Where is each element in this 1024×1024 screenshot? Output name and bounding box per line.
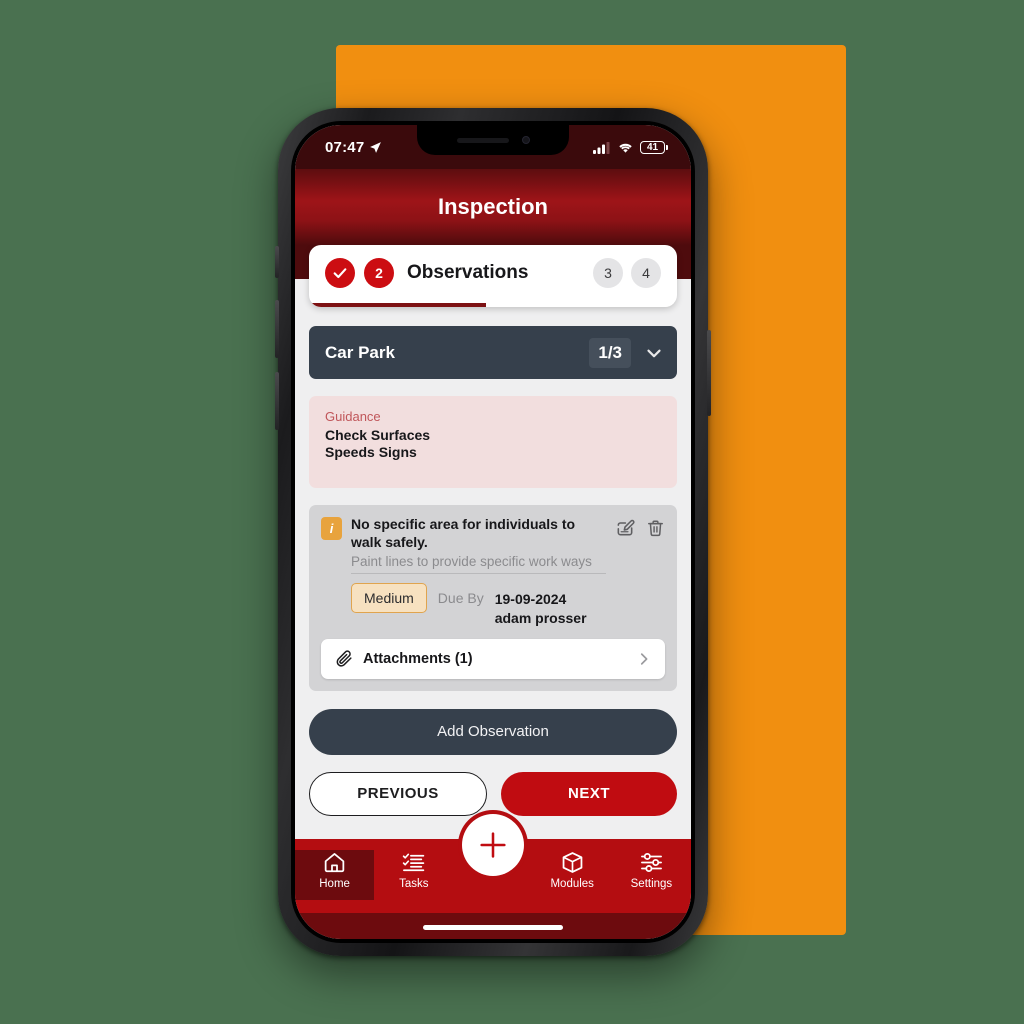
section-count-badge: 1/3 bbox=[589, 337, 631, 368]
due-date: 19-09-2024 bbox=[494, 590, 567, 607]
assignee-name: adam prosser bbox=[494, 609, 587, 626]
step-1-complete[interactable] bbox=[325, 258, 355, 288]
home-indicator[interactable] bbox=[423, 925, 563, 930]
nav-label-tasks: Tasks bbox=[399, 878, 429, 890]
volume-up-button[interactable] bbox=[275, 300, 279, 358]
observation-header: i No specific area for individuals to wa… bbox=[321, 516, 665, 574]
attachments-label: Attachments (1) bbox=[363, 650, 473, 667]
stepper-progress-track bbox=[309, 303, 677, 307]
nav-item-settings[interactable]: Settings bbox=[612, 850, 691, 900]
bottom-navigation-bar: Home Tasks Modules Settings bbox=[295, 814, 691, 913]
section-name: Car Park bbox=[325, 342, 395, 362]
status-time-label: 07:47 bbox=[325, 138, 365, 156]
stepper-progress-fill bbox=[309, 303, 486, 307]
step-3[interactable]: 3 bbox=[593, 258, 623, 288]
phone-frame: 07:47 41 Inspection 2 Observations 3 4 C… bbox=[275, 108, 711, 956]
battery-icon: 41 bbox=[640, 140, 668, 154]
observation-card: i No specific area for individuals to wa… bbox=[309, 505, 677, 691]
nav-item-home[interactable]: Home bbox=[295, 850, 375, 900]
observation-title: No specific area for individuals to walk… bbox=[351, 516, 576, 550]
nav-item-modules[interactable]: Modules bbox=[533, 850, 612, 900]
trash-icon[interactable] bbox=[646, 518, 665, 538]
next-button[interactable]: NEXT bbox=[501, 771, 677, 816]
power-button[interactable] bbox=[707, 330, 711, 416]
observation-text-group: No specific area for individuals to walk… bbox=[351, 516, 606, 574]
guidance-line-1: Check Surfaces bbox=[325, 427, 431, 443]
silent-switch[interactable] bbox=[275, 246, 279, 278]
section-accordion-header[interactable]: Car Park 1/3 bbox=[309, 326, 677, 379]
earpiece-speaker bbox=[456, 137, 509, 143]
cellular-signal-icon bbox=[593, 141, 610, 154]
chevron-right-icon[interactable] bbox=[635, 650, 653, 668]
attachments-row[interactable]: Attachments (1) bbox=[321, 638, 665, 679]
stepper-upcoming-steps: 3 4 bbox=[593, 258, 661, 288]
page-title: Inspection bbox=[437, 194, 548, 219]
phone-notch bbox=[417, 125, 569, 155]
front-camera bbox=[521, 136, 530, 144]
observation-meta: Medium Due By 19-09-2024 adam prosser bbox=[321, 582, 665, 628]
info-icon: i bbox=[321, 517, 342, 540]
previous-button[interactable]: PREVIOUS bbox=[309, 771, 487, 816]
guidance-line-2: Speeds Signs bbox=[325, 444, 417, 461]
app-header: Inspection bbox=[295, 169, 691, 245]
stepper-card: 2 Observations 3 4 bbox=[309, 245, 677, 307]
location-arrow-icon bbox=[370, 141, 382, 153]
nav-label-modules: Modules bbox=[550, 878, 594, 890]
stepper-current-label: Observations bbox=[407, 262, 529, 283]
check-icon bbox=[333, 268, 347, 279]
checklist-icon bbox=[403, 853, 425, 872]
chevron-down-icon[interactable] bbox=[643, 342, 665, 364]
nav-label-home: Home bbox=[319, 878, 350, 890]
home-icon bbox=[324, 853, 345, 873]
status-indicators: 41 bbox=[593, 140, 668, 154]
wifi-icon bbox=[619, 143, 632, 153]
step-4[interactable]: 4 bbox=[631, 258, 661, 288]
add-fab-button[interactable] bbox=[462, 814, 524, 876]
step-2-current[interactable]: 2 bbox=[364, 258, 394, 288]
severity-badge: Medium bbox=[351, 582, 427, 613]
add-observation-button[interactable]: Add Observation bbox=[309, 708, 677, 755]
plus-icon bbox=[480, 832, 506, 858]
edit-icon[interactable] bbox=[615, 518, 635, 538]
sliders-icon bbox=[640, 852, 662, 873]
due-by-label: Due By bbox=[437, 589, 484, 606]
paperclip-icon bbox=[336, 650, 352, 667]
phone-bezel: 07:47 41 Inspection 2 Observations 3 4 C… bbox=[291, 121, 695, 943]
battery-level-label: 41 bbox=[646, 141, 659, 153]
observation-subtitle: Paint lines to provide specific work way… bbox=[351, 554, 606, 574]
nav-label-settings: Settings bbox=[630, 878, 673, 890]
phone-screen: 07:47 41 Inspection 2 Observations 3 4 C… bbox=[295, 125, 691, 939]
guidance-title: Guidance bbox=[325, 409, 381, 424]
stepper-row: 2 Observations 3 4 bbox=[309, 245, 677, 303]
due-values: 19-09-2024 adam prosser bbox=[495, 583, 587, 628]
nav-item-tasks[interactable]: Tasks bbox=[374, 850, 453, 900]
status-bar: 07:47 41 bbox=[295, 125, 691, 169]
volume-down-button[interactable] bbox=[275, 372, 279, 430]
observation-actions bbox=[615, 516, 665, 574]
box-icon bbox=[562, 852, 583, 873]
wizard-nav-buttons: PREVIOUS NEXT bbox=[309, 771, 677, 816]
status-time-group: 07:47 bbox=[325, 139, 382, 156]
guidance-box: Guidance Check Surfaces Speeds Signs bbox=[309, 396, 677, 488]
app-content: 2 Observations 3 4 Car Park 1/3 Guidance… bbox=[295, 245, 691, 839]
